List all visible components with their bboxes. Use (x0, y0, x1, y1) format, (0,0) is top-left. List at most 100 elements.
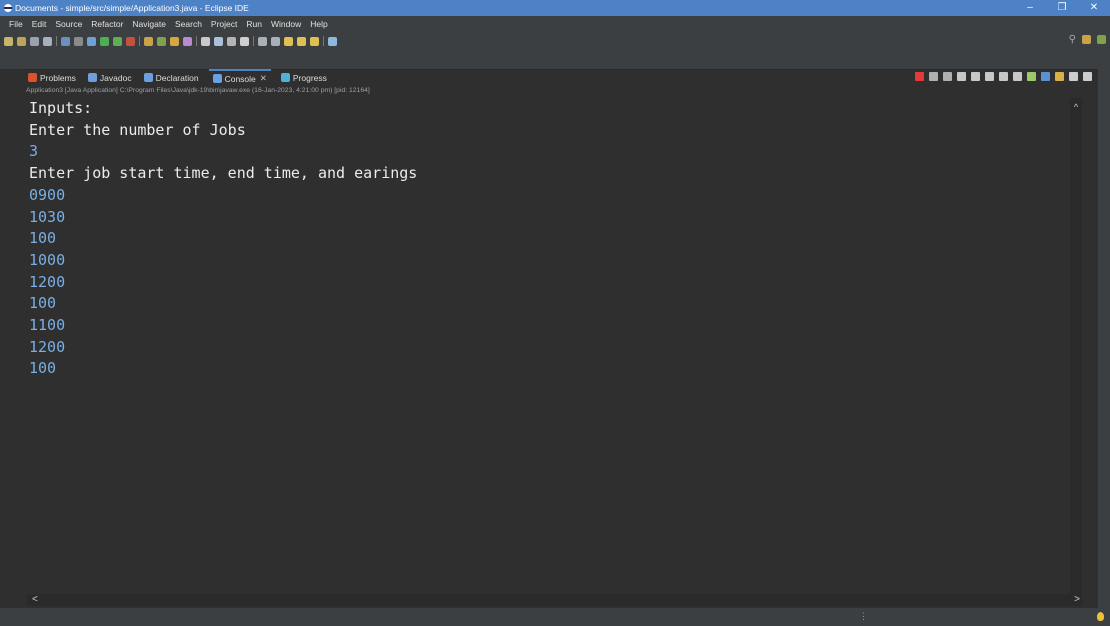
skip-breakpoints-icon[interactable] (74, 36, 83, 46)
restore-button[interactable]: ❐ (1046, 0, 1078, 16)
console-input-line: 0900 (29, 185, 66, 204)
toolbar-separator (56, 36, 57, 46)
tab-declaration[interactable]: Declaration (142, 69, 201, 86)
toolbar-separator (139, 36, 140, 46)
terminal-icon[interactable] (61, 36, 70, 46)
coverage-icon[interactable] (126, 36, 135, 46)
previous-annotation-icon[interactable] (271, 36, 280, 46)
console-input-line: 1200 (29, 337, 66, 356)
tip-lightbulb-icon[interactable] (1097, 612, 1104, 621)
scroll-up-icon[interactable]: ^ (1070, 102, 1082, 112)
search-icon[interactable]: ⚲ (1069, 34, 1076, 45)
remove-all-terminated-icon[interactable] (943, 72, 952, 81)
console-output[interactable]: Inputs: Enter the number of Jobs 3 Enter jo… (26, 98, 1082, 594)
menu-bar: File Edit Source Refactor Navigate Searc… (0, 16, 1110, 31)
run-icon[interactable] (100, 36, 109, 46)
save-icon[interactable] (30, 36, 39, 46)
last-edit-icon[interactable] (284, 36, 293, 46)
minimize-view-icon[interactable] (1069, 72, 1078, 81)
tab-label: Console (224, 73, 256, 84)
console-output-line: Inputs: (29, 99, 93, 117)
menu-file[interactable]: File (9, 19, 23, 29)
close-tab-icon[interactable]: ✕ (260, 73, 267, 84)
console-input-line: 100 (29, 294, 57, 313)
menu-search[interactable]: Search (175, 19, 202, 29)
console-input-line: 100 (29, 359, 57, 378)
menu-run[interactable]: Run (246, 19, 262, 29)
remove-launch-icon[interactable] (929, 72, 938, 81)
open-perspective-icon[interactable] (328, 36, 337, 46)
tab-progress[interactable]: Progress (279, 69, 329, 86)
console-input-line: 1000 (29, 250, 66, 269)
javadoc-icon (87, 73, 97, 82)
status-bar: ⋮ (0, 608, 1110, 626)
scroll-lock-icon[interactable] (971, 72, 980, 81)
process-info: Application3 [Java Application] C:\Progr… (26, 87, 370, 94)
horizontal-scrollbar[interactable]: < > (26, 594, 1082, 606)
vertical-scrollbar[interactable]: ^ v (1070, 98, 1082, 603)
problems-icon (28, 73, 37, 82)
terminate-icon[interactable] (915, 72, 924, 81)
java-perspective-icon[interactable] (1082, 35, 1091, 44)
open-type-icon[interactable] (170, 36, 179, 46)
pin-console-icon[interactable] (1027, 72, 1036, 81)
scroll-left-icon[interactable]: < (32, 594, 38, 606)
console-toolbar (915, 72, 1092, 81)
minimize-button[interactable]: – (1014, 0, 1046, 16)
maximize-view-icon[interactable] (1083, 72, 1092, 81)
show-on-error-icon[interactable] (1013, 72, 1022, 81)
menu-help[interactable]: Help (310, 19, 327, 29)
left-gutter (0, 69, 24, 626)
close-button[interactable]: ✕ (1078, 0, 1110, 16)
console-input-line: 1030 (29, 207, 66, 226)
tab-problems[interactable]: Problems (26, 69, 78, 86)
title-bar: Documents - simple/src/simple/Applicatio… (0, 0, 1110, 16)
debug-icon[interactable] (87, 36, 96, 46)
console-output-line: Enter job start time, end time, and eari… (29, 164, 418, 183)
declaration-icon (143, 73, 153, 82)
next-annotation-icon[interactable] (258, 36, 267, 46)
new-dropdown-icon[interactable] (17, 36, 26, 46)
main-toolbar: ⚲ (0, 31, 1110, 70)
search-toolbar-icon[interactable] (183, 36, 192, 46)
menu-navigate[interactable]: Navigate (132, 19, 166, 29)
tab-label: Problems (40, 72, 76, 83)
menu-window[interactable]: Window (271, 19, 301, 29)
scroll-right-icon[interactable]: > (1074, 594, 1080, 606)
console-input-line: 3 (29, 142, 39, 161)
view-tabs: Problems Javadoc Declaration Console ✕ P… (26, 69, 337, 86)
new-class-icon[interactable] (157, 36, 166, 46)
menu-project[interactable]: Project (211, 19, 237, 29)
status-separator-icon: ⋮ (859, 611, 868, 621)
tab-label: Progress (292, 72, 327, 83)
save-all-icon[interactable] (43, 36, 52, 46)
toolbar-separator (323, 36, 324, 46)
console-input-line: 1100 (29, 316, 66, 335)
console-input-line: 1200 (29, 272, 66, 291)
debug-perspective-icon[interactable] (1097, 35, 1106, 44)
menu-edit[interactable]: Edit (32, 19, 47, 29)
new-icon[interactable] (4, 36, 13, 46)
tab-javadoc[interactable]: Javadoc (86, 69, 134, 86)
toolbar-buttons (4, 34, 337, 48)
show-on-output-icon[interactable] (999, 72, 1008, 81)
new-java-project-icon[interactable] (144, 36, 153, 46)
clear-console-icon[interactable] (957, 72, 966, 81)
toolbar-separator (196, 36, 197, 46)
tab-console[interactable]: Console ✕ (208, 69, 271, 86)
forward-icon[interactable] (310, 36, 319, 46)
menu-refactor[interactable]: Refactor (91, 19, 123, 29)
back-icon[interactable] (297, 36, 306, 46)
console-output-line: Enter the number of Jobs (29, 120, 246, 139)
console-input-line: 100 (29, 229, 57, 248)
show-whitespace-icon[interactable] (240, 36, 249, 46)
word-wrap-icon[interactable] (985, 72, 994, 81)
annotation-icon[interactable] (201, 36, 210, 46)
menu-source[interactable]: Source (55, 19, 82, 29)
tab-label: Declaration (155, 72, 199, 83)
display-selected-console-icon[interactable] (1041, 72, 1050, 81)
toggle-mark-icon[interactable] (214, 36, 223, 46)
block-selection-icon[interactable] (227, 36, 236, 46)
run-last-tool-icon[interactable] (113, 36, 122, 46)
open-console-icon[interactable] (1055, 72, 1064, 81)
